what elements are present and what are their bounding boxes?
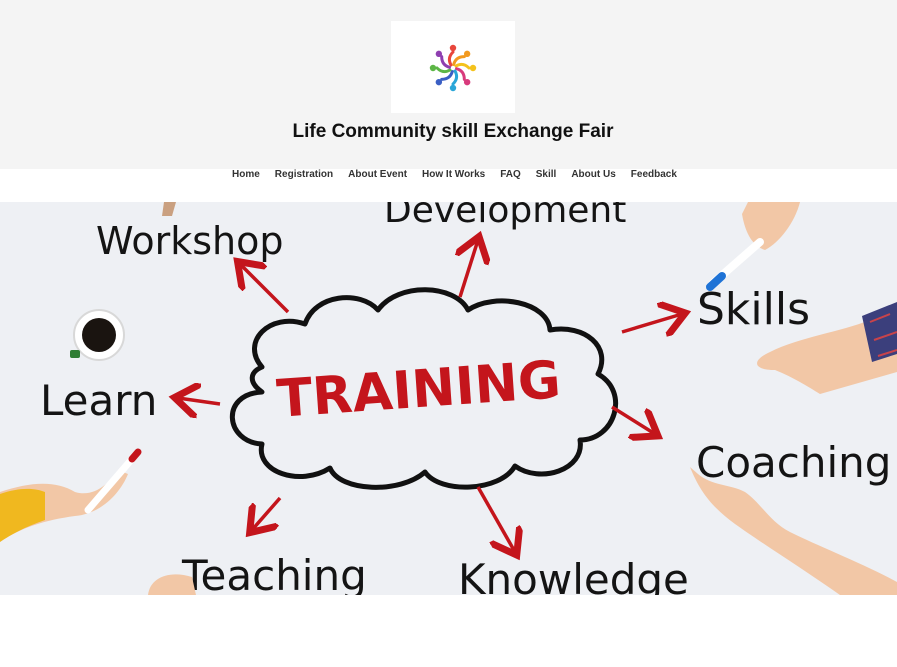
nav-item-skill: Skill: [536, 169, 557, 181]
nav-item-about-us: About Us: [571, 169, 615, 181]
nav-link-about-us[interactable]: About Us: [571, 169, 615, 181]
page-bottom-area: [0, 595, 897, 667]
hero-banner-image: TRAINING Workshop Development Skills Lea…: [0, 202, 897, 595]
nav-item-home: Home: [232, 169, 260, 181]
hero-word-knowledge: Knowledge: [458, 555, 689, 595]
site-title[interactable]: Life Community skill Exchange Fair: [0, 121, 897, 143]
site-logo[interactable]: [391, 21, 515, 113]
nav-link-home[interactable]: Home: [232, 169, 260, 181]
main-navigation: Home Registration About Event How It Wor…: [0, 169, 897, 201]
training-mindmap-illustration: TRAINING Workshop Development Skills Lea…: [0, 202, 897, 595]
nav-item-feedback: Feedback: [631, 169, 677, 181]
hero-word-learn: Learn: [40, 376, 157, 425]
nav-item-registration: Registration: [275, 169, 333, 181]
nav-link-faq[interactable]: FAQ: [500, 169, 521, 181]
site-header: Life Community skill Exchange Fair: [0, 0, 897, 169]
nav-item-faq: FAQ: [500, 169, 521, 181]
hero-word-teaching: Teaching: [181, 551, 367, 595]
nav-link-feedback[interactable]: Feedback: [631, 169, 677, 181]
nav-menu: Home Registration About Event How It Wor…: [232, 169, 692, 181]
nav-item-how-it-works: How It Works: [422, 169, 485, 181]
nav-link-how-it-works[interactable]: How It Works: [422, 169, 485, 181]
hero-word-development: Development: [384, 202, 626, 231]
nav-link-about-event[interactable]: About Event: [348, 169, 407, 181]
nav-link-registration[interactable]: Registration: [275, 169, 333, 181]
nav-item-about-event: About Event: [348, 169, 407, 181]
hero-word-skills: Skills: [697, 284, 810, 335]
hero-word-coaching: Coaching: [696, 438, 891, 487]
nav-link-skill[interactable]: Skill: [536, 169, 557, 181]
hero-word-workshop: Workshop: [96, 219, 283, 263]
community-logo-icon: [429, 44, 477, 92]
